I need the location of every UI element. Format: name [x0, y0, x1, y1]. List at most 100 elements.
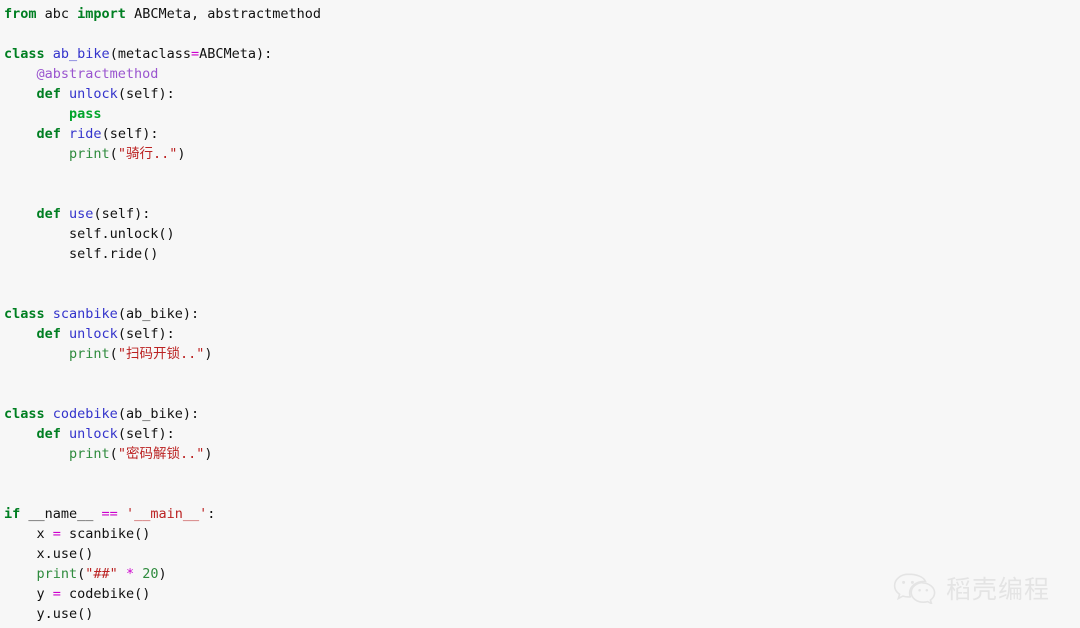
code-line: print("密码解锁..")	[4, 444, 1080, 464]
code-token: (self):	[117, 86, 175, 102]
code-token: unlock	[69, 426, 118, 442]
code-token: ab_bike	[52, 46, 110, 62]
code-line: x.use()	[4, 544, 1080, 564]
code-line: from abc import ABCMeta, abstractmethod	[4, 4, 1080, 24]
code-token: scanbike()	[60, 526, 151, 542]
code-line: print("骑行..")	[4, 144, 1080, 164]
code-token: )	[204, 346, 213, 362]
code-token: (self):	[101, 126, 159, 142]
code-line: if __name__ == '__main__':	[4, 504, 1080, 524]
code-token: self.ride()	[4, 246, 159, 262]
code-token: "##"	[85, 566, 118, 582]
code-token: )	[158, 566, 167, 582]
code-token: y	[4, 586, 53, 602]
code-token: @abstractmethod	[36, 66, 159, 82]
code-token: (	[109, 146, 118, 162]
code-line: y = codebike()	[4, 584, 1080, 604]
code-token: import	[77, 6, 126, 22]
code-token: print	[69, 446, 110, 462]
code-token: x.use()	[4, 546, 94, 562]
code-token: __name__	[20, 506, 102, 522]
code-token: "扫码开锁.."	[117, 346, 205, 362]
code-token: pass	[69, 106, 102, 122]
code-line: print("##" * 20)	[4, 564, 1080, 584]
code-token: scanbike	[52, 306, 118, 322]
code-token: class	[4, 406, 45, 422]
code-token: print	[69, 346, 110, 362]
code-token: (self):	[117, 326, 175, 342]
code-line: def use(self):	[4, 204, 1080, 224]
code-token: '__main__'	[125, 506, 208, 522]
code-token: "骑行.."	[117, 146, 178, 162]
code-token: unlock	[69, 86, 118, 102]
code-token: y.use()	[4, 606, 94, 622]
code-token: )	[177, 146, 186, 162]
code-token: ==	[101, 506, 118, 522]
code-token: (self):	[117, 426, 175, 442]
code-token: def	[36, 206, 61, 222]
code-token: (	[109, 346, 118, 362]
code-token: (self):	[93, 206, 151, 222]
code-token: =	[190, 46, 200, 62]
code-line: print("扫码开锁..")	[4, 344, 1080, 364]
code-line: def unlock(self):	[4, 324, 1080, 344]
code-token: use	[69, 206, 94, 222]
code-token: class	[4, 306, 45, 322]
code-line: @abstractmethod	[4, 64, 1080, 84]
code-token: ride	[69, 126, 102, 142]
code-token: =	[52, 526, 61, 542]
code-line: pass	[4, 104, 1080, 124]
code-token: (ab_bike):	[117, 406, 200, 422]
code-token: from	[4, 6, 37, 22]
code-token: def	[36, 426, 61, 442]
code-token: (ab_bike):	[117, 306, 200, 322]
code-token: print	[69, 146, 110, 162]
code-token: self.unlock()	[4, 226, 175, 242]
code-token: (	[109, 446, 118, 462]
code-token: x	[4, 526, 53, 542]
code-token: abc	[36, 6, 78, 22]
code-line: class ab_bike(metaclass=ABCMeta):	[4, 44, 1080, 64]
code-token: ABCMeta, abstractmethod	[125, 6, 322, 22]
code-token: def	[36, 86, 61, 102]
code-token: "密码解锁.."	[117, 446, 205, 462]
code-token: ABCMeta):	[199, 46, 273, 62]
code-line: class scanbike(ab_bike):	[4, 304, 1080, 324]
code-line: def unlock(self):	[4, 424, 1080, 444]
code-line: def ride(self):	[4, 124, 1080, 144]
code-line: y.use()	[4, 604, 1080, 624]
code-token: =	[52, 586, 61, 602]
code-token: codebike()	[60, 586, 151, 602]
code-token: if	[4, 506, 21, 522]
code-token: *	[125, 566, 135, 582]
code-token: :	[207, 506, 216, 522]
